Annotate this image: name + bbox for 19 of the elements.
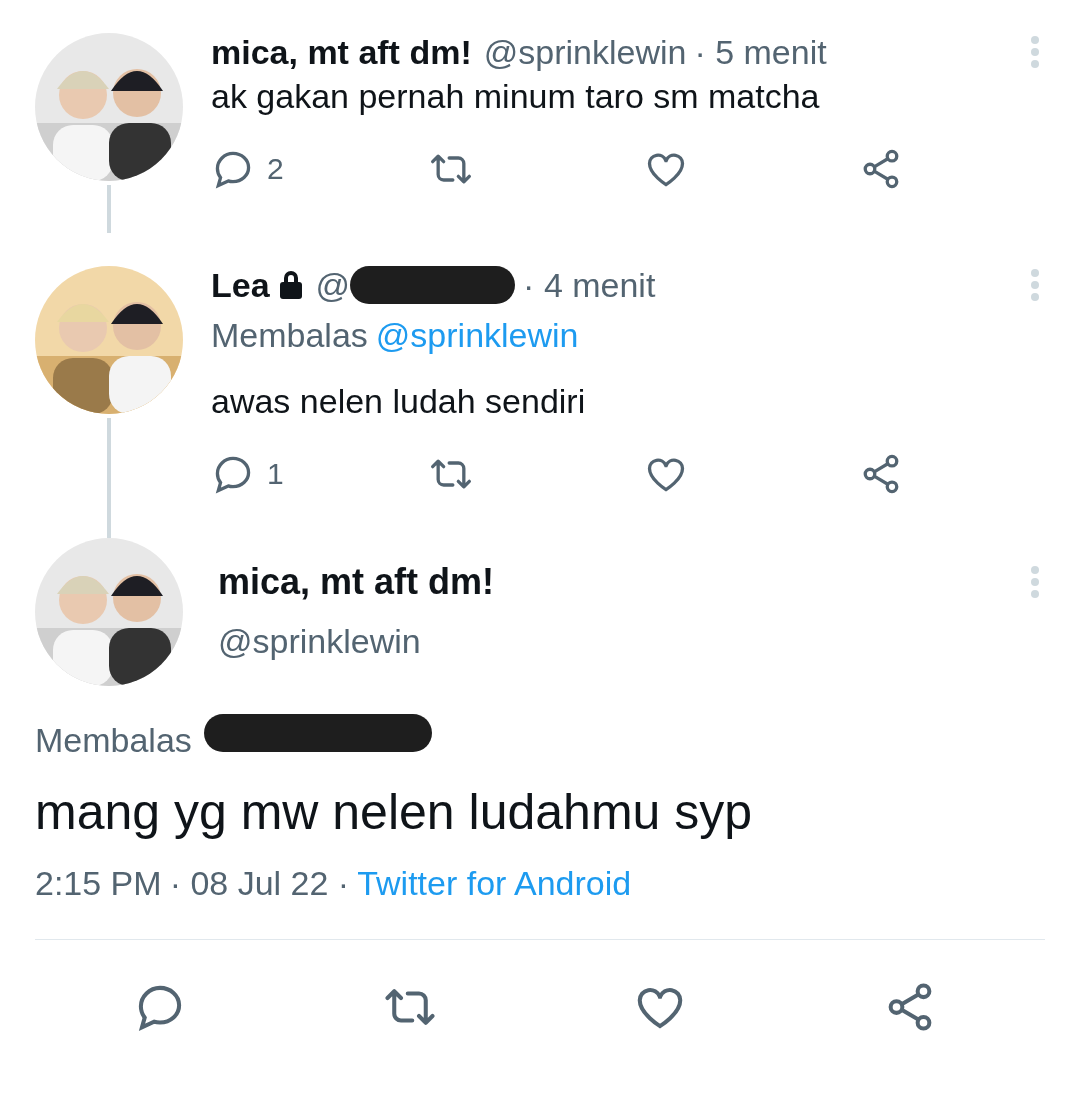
replying-label: Membalas: [211, 315, 368, 356]
post-time: 2:15 PM: [35, 863, 162, 904]
replying-label: Membalas: [35, 719, 192, 761]
post-date: · 08 Jul 22 ·: [169, 863, 350, 904]
source-link[interactable]: Twitter for Android: [357, 858, 632, 909]
post-text: mang yg mw nelen ludahmu syp: [35, 783, 754, 842]
user-name: mica, mt aft dm!: [218, 560, 495, 604]
user-handle: @: [315, 265, 351, 306]
user-handle: @sprinklewin: [483, 32, 687, 73]
reply-count: 1: [267, 456, 284, 492]
post-text: awas nelen ludah sendiri: [211, 381, 587, 422]
user-handle: @sprinklewin: [218, 621, 422, 662]
post-time: · 4 menit: [523, 265, 656, 306]
post-text: ak gakan pernah minum taro sm matcha: [211, 76, 821, 117]
reply-count: 2: [267, 151, 284, 187]
mention-link[interactable]: @sprinklewin: [375, 307, 579, 363]
post-time: · 5 menit: [694, 32, 827, 73]
user-name: mica, mt aft dm!: [211, 32, 472, 73]
user-name: Lea: [211, 265, 270, 306]
